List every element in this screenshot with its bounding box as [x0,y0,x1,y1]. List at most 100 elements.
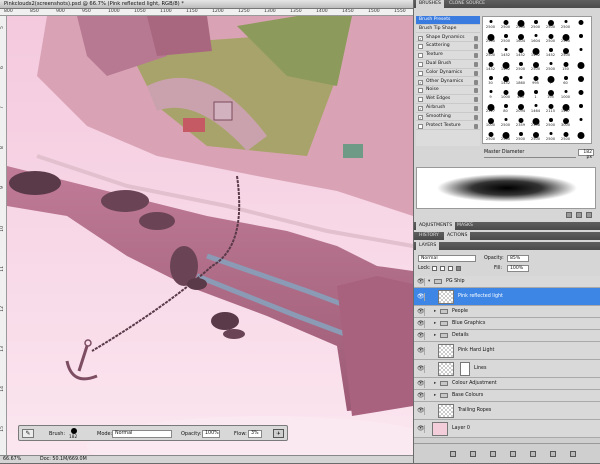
brush-preset[interactable]: 2500 [500,130,511,141]
checkbox[interactable]: ✓ [418,114,423,120]
checkbox[interactable] [418,62,423,67]
brush-option-shape-dynamics[interactable]: ✓ Shape Dynamics [416,34,480,43]
adjustment-layer-icon[interactable] [510,451,516,457]
checkbox[interactable] [418,70,423,76]
layer-row-trailing-ropes[interactable]: 👁 Trailing Ropes [414,402,600,420]
tab-history[interactable]: HISTORY [416,232,442,240]
brush-tool-icon[interactable]: ✎ [22,429,34,438]
brush-preset[interactable]: 2500 [560,130,571,141]
link-layers-icon[interactable] [450,451,456,457]
lock-pixels-icon[interactable] [440,266,445,271]
brush-preset[interactable]: 2500 [545,116,556,127]
document-title-bar[interactable]: Pinkclouds2(screenshots).psd @ 66.7% (Pi… [0,0,413,9]
brush-preset[interactable]: 1 [530,88,541,99]
visibility-eye-icon[interactable]: 👁 [417,332,425,340]
visibility-eye-icon[interactable]: 👁 [417,407,425,415]
brush-preset[interactable]: 2500 [530,130,541,141]
brush-preset[interactable]: 2500 [515,60,526,71]
brush-preset[interactable]: 9 [485,88,496,99]
brush-preset[interactable]: 1452 [500,74,511,85]
brush-preset[interactable]: 1467 [560,102,571,113]
layer-row-layer-0[interactable]: 👁 Layer 0 [414,420,600,438]
layer-style-icon[interactable] [470,451,476,457]
brush-preset[interactable]: 1452 [530,46,541,57]
layer-row-base-colours[interactable]: 👁 ▸ Base Colours [414,390,600,402]
brush-preset[interactable]: 1000 [560,88,571,99]
visibility-eye-icon[interactable]: 👁 [417,293,425,301]
checkbox[interactable] [418,88,423,94]
brush-option-texture[interactable]: Texture [416,51,480,60]
create-brush-icon[interactable] [576,212,582,218]
brush-option-dual-brush[interactable]: Dual Brush [416,60,480,69]
lock-icon[interactable] [474,53,478,59]
brush-preset[interactable]: 2500 [560,32,571,43]
lock-icon[interactable] [474,70,478,76]
lock-position-icon[interactable] [448,266,453,271]
expand-triangle-icon[interactable]: ▸ [434,333,436,338]
brush-preset[interactable]: 2500 [485,46,496,57]
brush-preset[interactable]: 1452 [500,46,511,57]
visibility-eye-icon[interactable]: 👁 [417,392,425,400]
layer-opacity-field[interactable]: 85% [507,255,529,262]
vertical-ruler[interactable]: 5 6 7 8 9 10 11 12 13 14 15 [0,16,7,455]
horizontal-ruler[interactable]: 800 850 900 950 1000 1050 1100 1150 1200 1250 1300… [0,9,413,16]
brush-preset[interactable]: 1000 [500,88,511,99]
brush-preset[interactable]: 1464 [530,102,541,113]
brush-preset[interactable]: 2500 [530,60,541,71]
brush-preset[interactable]: 1452 [485,60,496,71]
lock-icon[interactable] [474,44,478,50]
layer-row-details[interactable]: 👁 ▸ Details [414,330,600,342]
delete-layer-icon[interactable] [570,451,576,457]
brush-preset[interactable]: 150 [560,60,571,71]
brush-option-smoothing[interactable]: ✓ Smoothing [416,113,480,122]
lock-icon[interactable] [474,35,478,41]
expand-triangle-icon[interactable]: ▾ [428,279,430,284]
master-diameter-slider[interactable] [484,157,576,158]
brush-preset[interactable] [575,74,586,85]
opacity-field[interactable]: 100% [202,430,220,438]
tab-brushes[interactable]: BRUSHES [416,0,444,8]
layer-row-pg-ship[interactable]: 👁 ▾ PG Ship [414,276,600,288]
brush-option-airbrush[interactable]: ✓ Airbrush [416,104,480,113]
brush-preset[interactable] [575,32,586,43]
brush-preset[interactable]: 2500 [545,130,556,141]
brush-preset-grid[interactable]: 2500 2500 2500 2500 2500 2500 2500 2500 1604 1604… [482,16,592,144]
brush-preset[interactable]: 2500 [545,18,556,29]
image-canvas[interactable] [7,16,413,455]
brush-preset[interactable]: 60 [560,74,571,85]
brush-preset[interactable]: 995 [530,74,541,85]
add-mask-icon[interactable] [490,451,496,457]
brush-preset[interactable]: 1452 [545,46,556,57]
visibility-eye-icon[interactable]: 👁 [417,365,425,373]
new-layer-icon[interactable] [550,451,556,457]
brush-preset[interactable]: 2317 [485,102,496,113]
tab-layers[interactable]: LAYERS [416,242,440,250]
brush-preset[interactable] [575,130,586,141]
checkbox[interactable] [418,44,423,50]
brush-preset[interactable]: 1000 [485,116,496,127]
brush-preset[interactable]: 80 [500,102,511,113]
brush-preset[interactable]: 30 [485,74,496,85]
layer-row-people[interactable]: 👁 ▸ People [414,306,600,318]
lock-icon[interactable] [474,114,478,120]
lock-all-icon[interactable] [456,266,461,271]
new-group-icon[interactable] [530,451,536,457]
brush-preset[interactable]: 2500 [485,32,496,43]
brush-preset[interactable] [575,46,586,57]
brush-preset[interactable]: 1604 [530,32,541,43]
brush-preset[interactable]: 2500 [560,46,571,57]
checkbox[interactable]: ✓ [418,79,423,85]
brush-preset[interactable]: 2500 [500,18,511,29]
brush-option-scattering[interactable]: Scattering [416,42,480,51]
brush-preset[interactable]: 2500 [515,18,526,29]
checkbox[interactable] [418,97,423,103]
brush-preset[interactable] [575,88,586,99]
expand-triangle-icon[interactable]: ▸ [434,309,436,314]
visibility-eye-icon[interactable]: 👁 [417,320,425,328]
tab-actions[interactable]: ACTIONS [444,232,471,240]
blend-mode-select[interactable]: Normal [418,255,476,262]
brush-preset[interactable] [575,18,586,29]
checkbox[interactable]: ✓ [418,35,423,41]
visibility-eye-icon[interactable]: 👁 [417,425,425,433]
brush-preset[interactable]: 1452 [500,60,511,71]
